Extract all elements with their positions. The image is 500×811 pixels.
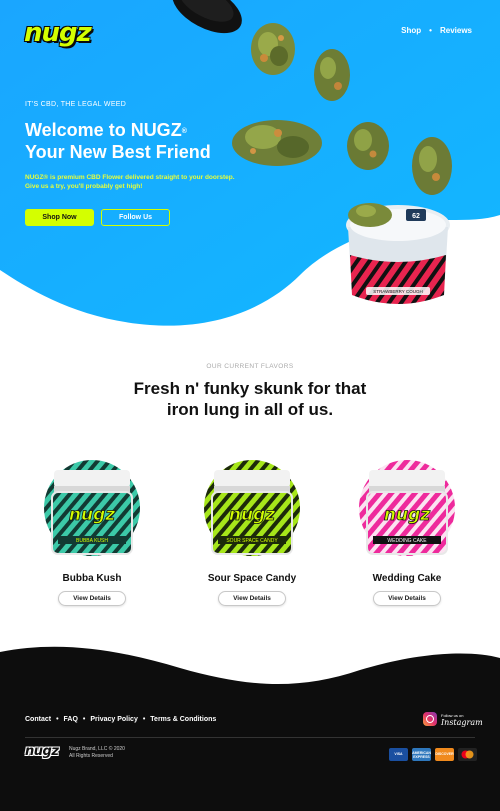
product-card-bubba-kush[interactable]: nugz BUBBA KUSH Bubba Kush View Details (32, 452, 152, 606)
instagram-wordmark: Instagram (441, 718, 483, 727)
view-details-button[interactable]: View Details (58, 591, 126, 606)
footer-divider (25, 737, 475, 738)
copyright-line2: All Rights Reserved (69, 752, 113, 759)
nav-item-shop[interactable]: Shop (401, 26, 421, 35)
nav-item-reviews[interactable]: Reviews (440, 26, 472, 35)
amex-icon: AMERICAN EXPRESS (412, 748, 431, 761)
jar-label: BUBBA KUSH (76, 538, 108, 544)
discover-icon: DISCOVER (435, 748, 454, 761)
product-jar-image: nugz SOUR SPACE CANDY (204, 460, 300, 556)
hero-headline: Welcome to NUGZ® Your New Best Friend (25, 119, 255, 163)
copyright: Nugz Brand, LLC © 2020 All Rights Reserv… (69, 746, 125, 759)
flavors-title-line1: Fresh n' funky skunk for that (133, 379, 367, 398)
flavors-title: Fresh n' funky skunk for that iron lung … (0, 378, 500, 420)
product-card-wedding-cake[interactable]: nugz WEDDING CAKE Wedding Cake View Deta… (347, 452, 467, 606)
copyright-line1: Nugz Brand, LLC © 2020 (69, 746, 125, 752)
product-name: Bubba Kush (62, 573, 122, 584)
jar-label: STRAWBERRY COUGH (373, 289, 422, 294)
jar-label: WEDDING CAKE (387, 538, 427, 544)
jar-label: SOUR SPACE CANDY (226, 538, 278, 544)
jar-lid-number: 62 (412, 213, 420, 220)
cannabis-bud-image (251, 23, 295, 75)
footer-link-contact[interactable]: Contact (25, 716, 51, 723)
hero-headline-line2: Your New Best Friend (25, 142, 211, 162)
registered-mark: ® (181, 128, 187, 135)
brand-logo[interactable]: nugz (24, 18, 92, 48)
product-name: Wedding Cake (372, 573, 442, 584)
footer-separator: • (82, 716, 86, 723)
footer-link-faq[interactable]: FAQ (64, 716, 78, 723)
cannabis-bud-image (314, 49, 350, 101)
footer-link-terms[interactable]: Terms & Conditions (150, 716, 216, 723)
top-nav: Shop • Reviews (401, 26, 472, 35)
view-details-button[interactable]: View Details (373, 591, 441, 606)
visa-icon: VISA (389, 748, 408, 761)
product-card-sour-space-candy[interactable]: nugz SOUR SPACE CANDY Sour Space Candy V… (192, 452, 312, 606)
hero-headline-line1: Welcome to NUGZ (25, 120, 182, 140)
footer-links: Contact • FAQ • Privacy Policy • Terms &… (25, 716, 216, 723)
cannabis-bud-image (347, 122, 389, 170)
cannabis-bud-image (412, 137, 452, 195)
footer-logo[interactable]: nugz (25, 744, 59, 759)
follow-us-button[interactable]: Follow Us (101, 209, 170, 226)
shop-now-button[interactable]: Shop Now (25, 209, 94, 226)
product-jar-image: nugz WEDDING CAKE (359, 460, 455, 556)
payment-methods: VISA AMERICAN EXPRESS DISCOVER (389, 748, 477, 761)
hero-subtext: NUGZ® is premium CBD Flower delivered st… (25, 174, 235, 190)
jar-brand-text: nugz (69, 505, 115, 525)
instagram-icon (423, 712, 437, 726)
flavors-eyebrow: OUR CURRENT FLAVORS (206, 363, 294, 370)
product-jar-image: 62 STRAWBERRY COUGH (346, 203, 450, 304)
instagram-link[interactable]: Follow us on Instagram (423, 712, 483, 727)
flavors-title-line2: iron lung in all of us. (166, 400, 334, 419)
product-jar-image: nugz BUBBA KUSH (44, 460, 140, 556)
view-details-button[interactable]: View Details (218, 591, 286, 606)
instagram-text: Follow us on Instagram (441, 712, 483, 727)
product-name: Sour Space Candy (207, 573, 297, 584)
nav-separator: • (429, 26, 432, 35)
jar-brand-text: nugz (229, 505, 275, 525)
jar-lid-image (172, 0, 242, 34)
footer-link-privacy[interactable]: Privacy Policy (90, 716, 137, 723)
hero-eyebrow: IT'S CBD, THE LEGAL WEED (25, 101, 127, 108)
footer-separator: • (142, 716, 146, 723)
mastercard-icon (458, 748, 477, 761)
footer-separator: • (56, 716, 59, 723)
jar-brand-text: nugz (384, 505, 430, 525)
